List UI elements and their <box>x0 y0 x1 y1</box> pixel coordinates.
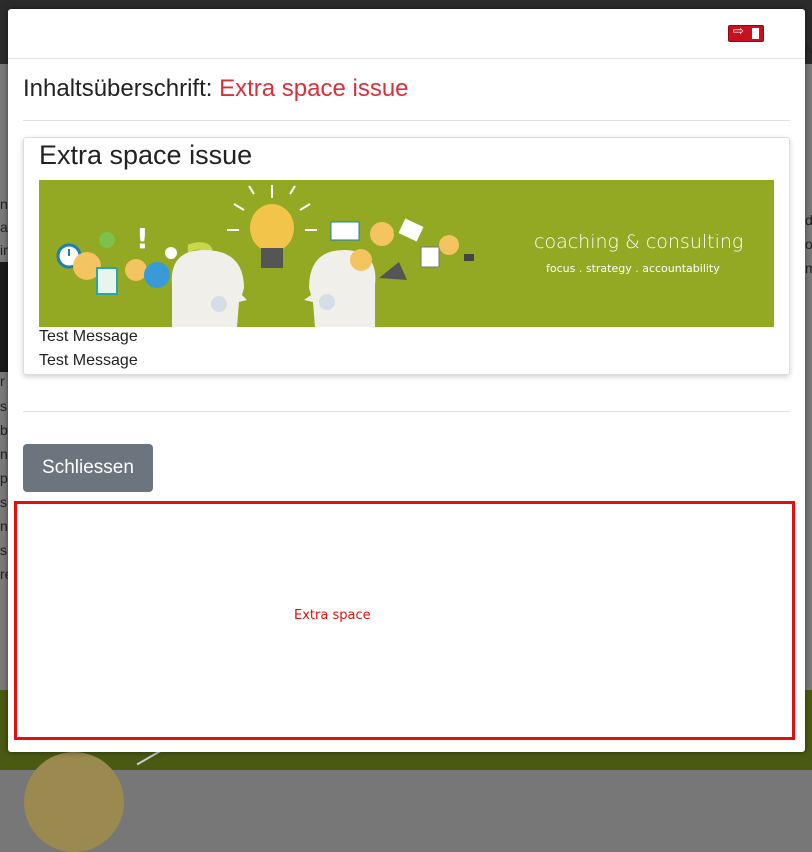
banner-subtitle: focus . strategy . accountability <box>546 262 720 275</box>
head-silhouette-left <box>171 250 247 327</box>
exit-arrow-icon: ⇨ <box>733 24 744 39</box>
banner-image: ! ? <box>39 180 774 327</box>
content-heading-prefix: Inhaltsüberschrift: <box>23 75 220 102</box>
modal-header: ⇨ <box>8 9 805 59</box>
background-text-fragment: s <box>0 542 7 558</box>
modal-dialog: ⇨ Inhaltsüberschrift: Extra space issue … <box>8 9 805 752</box>
extra-space-annotation: Extra space <box>14 501 795 740</box>
background-text-fragment: n <box>0 196 8 212</box>
card-title: Extra space issue <box>39 140 253 170</box>
background-decoration <box>24 752 124 852</box>
coin-icon <box>370 222 394 246</box>
background-text-fragment: d <box>805 212 812 228</box>
background-text-fragment: o <box>805 236 812 252</box>
door-icon <box>752 28 759 39</box>
background-text-fragment: s <box>0 398 7 414</box>
background-dark-block <box>0 262 8 372</box>
envelope-icon <box>398 218 424 242</box>
lightbulb-icon <box>250 204 294 252</box>
divider <box>23 411 790 412</box>
exclamation-icon: ! <box>136 222 149 255</box>
globe-icon <box>144 262 170 288</box>
content-heading: Inhaltsüberschrift: Extra space issue <box>23 75 409 103</box>
background-text-fragment: M <box>805 41 812 57</box>
gear-small-icon <box>165 247 177 259</box>
background-text-fragment: m <box>805 260 812 276</box>
exit-button[interactable]: ⇨ <box>728 24 764 42</box>
coin-icon <box>350 249 372 271</box>
extra-space-label: Extra space <box>294 608 371 623</box>
test-message: Test Message <box>39 328 138 345</box>
plus-icon <box>99 232 115 248</box>
divider <box>23 120 790 121</box>
test-message: Test Message <box>39 352 138 369</box>
pie-chart-icon <box>439 235 459 255</box>
gear-icon <box>125 259 147 281</box>
content-heading-title: Extra space issue <box>219 75 409 102</box>
banner-illustration: ! ? <box>56 185 474 327</box>
document-icon <box>96 267 118 295</box>
close-button[interactable]: Schliessen <box>23 444 153 492</box>
background-text-fragment: n <box>0 446 8 462</box>
megaphone-icon <box>379 262 407 280</box>
content-card: Extra space issue ! ? <box>23 137 790 375</box>
calendar-icon <box>420 246 440 268</box>
banner-title: coaching & consulting <box>534 231 744 253</box>
background-text-fragment: r <box>0 373 5 389</box>
video-icon <box>464 254 474 261</box>
chat-bubble-icon <box>330 221 360 241</box>
